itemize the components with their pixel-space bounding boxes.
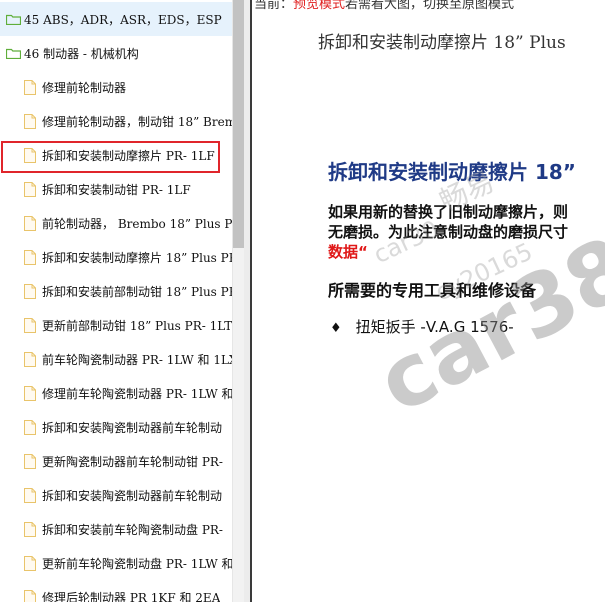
tree-item-label: 拆卸和安装制动摩擦片 PR- 1LF <box>42 148 215 163</box>
tree-item-label: 拆卸和安装前部制动钳 18” Plus PR <box>42 284 232 299</box>
document-icon <box>24 147 36 163</box>
intro-line-2: 无磨损。为此注意制动盘的磨损尺寸 <box>328 223 569 241</box>
tree-item-label: 45 ABS，ADR，ASR，EDS，ESP <box>24 12 222 27</box>
document-icon <box>24 283 36 299</box>
document-icon <box>24 113 36 129</box>
tree-item-label: 46 制动器 - 机械机构 <box>24 46 139 61</box>
document-tree: 45 ABS，ADR，ASR，EDS，ESP 46 制动器 - 机械机构 修理前轮制… <box>0 0 232 602</box>
tree-item-label: 更新陶瓷制动器前车轮制动钳 PR- <box>42 454 223 469</box>
tree-document-item[interactable]: 拆卸和安装陶瓷制动器前车轮制动 <box>0 478 232 512</box>
tree-document-item[interactable]: 更新前部制动钳 18” Plus PR- 1LT <box>0 308 232 342</box>
tree-document-item[interactable]: 修理前轮制动器 <box>0 70 232 104</box>
tree-document-item[interactable]: 拆卸和安装前车轮陶瓷制动盘 PR- <box>0 512 232 546</box>
tree-document-item[interactable]: 修理前车轮陶瓷制动器 PR- 1LW 和 <box>0 376 232 410</box>
notice-prefix: 当前： <box>254 0 294 12</box>
tree-item-label: 前轮制动器， Brembo 18” Plus PR <box>42 216 232 231</box>
document-icon <box>24 249 36 265</box>
document-icon <box>24 487 36 503</box>
tree-item-label: 拆卸和安装陶瓷制动器前车轮制动 <box>42 488 223 503</box>
tool-item-text: 扭矩扳手 -V.A.G 1576- <box>355 318 514 336</box>
intro-line-1: 如果用新的替换了旧制动摩擦片，则 <box>328 203 569 221</box>
tree-document-item[interactable]: 拆卸和安装陶瓷制动器前车轮制动 <box>0 410 232 444</box>
document-icon <box>24 419 36 435</box>
tree-document-item[interactable]: 前车轮陶瓷制动器 PR- 1LW 和 1LX <box>0 342 232 376</box>
tree-item-label: 修理前轮制动器 <box>42 80 127 95</box>
document-icon <box>24 215 36 231</box>
tree-item-label: 拆卸和安装前车轮陶瓷制动盘 PR- <box>42 522 223 537</box>
tool-list-item: ♦ 扭矩扳手 -V.A.G 1576- <box>330 316 514 337</box>
tree-item-label: 修理前车轮陶瓷制动器 PR- 1LW 和 <box>42 386 232 401</box>
document-icon <box>24 351 36 367</box>
tree-item-label: 修理前轮制动器，制动钳 18” Brembo <box>42 114 232 129</box>
tree-item-label: 更新前部制动钳 18” Plus PR- 1LT <box>42 318 232 333</box>
tree-folder[interactable]: 45 ABS，ADR，ASR，EDS，ESP <box>0 2 232 36</box>
notice-suffix: 若需看大图，切换至原图模式 <box>345 0 515 12</box>
bullet-icon: ♦ <box>330 321 342 336</box>
document-icon <box>24 79 36 95</box>
tree-document-item[interactable]: 修理前轮制动器，制动钳 18” Brembo <box>0 104 232 138</box>
tree-document-item[interactable]: 前轮制动器， Brembo 18” Plus PR <box>0 206 232 240</box>
tree-item-label: 修理后轮制动器 PR 1KF 和 2EA <box>42 590 221 602</box>
document-icon <box>24 453 36 469</box>
tree-document-item[interactable]: 拆卸和安装制动摩擦片 18” Plus PR <box>0 240 232 274</box>
tree-document-item[interactable]: 更新陶瓷制动器前车轮制动钳 PR- <box>0 444 232 478</box>
tree-document-item[interactable]: 修理后轮制动器 PR 1KF 和 2EA <box>0 580 232 602</box>
document-title: 拆卸和安装制动摩擦片 18” <box>328 160 576 184</box>
tree-folder[interactable]: 46 制动器 - 机械机构 <box>0 36 232 70</box>
document-icon <box>24 555 36 571</box>
scrollbar-thumb[interactable] <box>233 0 244 248</box>
tree-document-item[interactable]: 更新前车轮陶瓷制动盘 PR- 1LW 和 <box>0 546 232 580</box>
document-header: 拆卸和安装制动摩擦片 18” Plus <box>318 33 566 53</box>
tree-document-item[interactable]: 拆卸和安装制动钳 PR- 1LF <box>0 172 232 206</box>
tree-item-label: 前车轮陶瓷制动器 PR- 1LW 和 1LX <box>42 352 232 367</box>
tree-item-label: 拆卸和安装陶瓷制动器前车轮制动 <box>42 420 223 435</box>
folder-icon <box>6 14 21 25</box>
document-icon <box>24 317 36 333</box>
preview-mode-notice: 当前：预览模式若需看大图，切换至原图模式 <box>254 0 514 12</box>
document-icon <box>24 589 36 602</box>
document-icon <box>24 385 36 401</box>
notice-mode[interactable]: 预览模式 <box>293 0 345 12</box>
tree-document-item[interactable]: 拆卸和安装前部制动钳 18” Plus PR <box>0 274 232 308</box>
document-preview-pane: 当前：预览模式若需看大图，切换至原图模式 拆卸和安装制动摩擦片 18” Plus… <box>250 0 605 602</box>
folder-icon <box>6 48 21 59</box>
intro-line-3: 数据“ <box>328 243 368 261</box>
document-icon <box>24 521 36 537</box>
tree-document-item[interactable]: 拆卸和安装制动摩擦片 PR- 1LF <box>0 138 232 172</box>
tree-item-label: 更新前车轮陶瓷制动盘 PR- 1LW 和 <box>42 556 232 571</box>
document-icon <box>24 181 36 197</box>
tree-item-label: 拆卸和安装制动摩擦片 18” Plus PR <box>42 250 232 265</box>
tools-heading: 所需要的专用工具和维修设备 <box>328 281 537 300</box>
tree-item-label: 拆卸和安装制动钳 PR- 1LF <box>42 182 191 197</box>
